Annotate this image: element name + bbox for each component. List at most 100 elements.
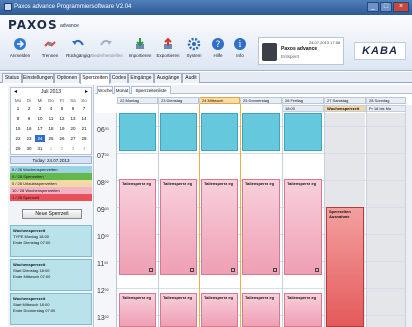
prev-month-icon[interactable]: ◂ [14, 88, 17, 96]
calendar-day[interactable]: 26 [57, 135, 67, 142]
calendar-day[interactable]: 22 [13, 135, 23, 142]
calendar-day[interactable]: 9 [24, 115, 34, 122]
calendar-event[interactable]: Tallensperrz eg [201, 179, 238, 275]
day-header[interactable]: 26 Freitag [282, 97, 324, 104]
tab-lock-times[interactable]: Sperrzeiten [80, 73, 110, 84]
tab-week[interactable]: Woche [97, 86, 113, 94]
day-header[interactable]: 27 Samstag [324, 97, 366, 104]
calendar-day[interactable]: 23 [24, 135, 34, 142]
calendar-day[interactable]: 15 [13, 125, 23, 132]
calendar-day[interactable]: 10 [35, 115, 45, 122]
close-button[interactable]: × [393, 2, 409, 12]
calendar-day[interactable]: 29 [13, 145, 23, 152]
tab-audit[interactable]: Audit [182, 73, 200, 83]
tab-settings[interactable]: Einstellungen [22, 73, 54, 83]
day-header[interactable]: 25 Donnerstag [240, 97, 282, 104]
calendar-event[interactable] [284, 113, 322, 151]
main-tabs: Status Einstellungen Optionen Sperrzeite… [0, 72, 412, 84]
calendar-day[interactable]: 18 [46, 125, 56, 132]
calendar-day[interactable]: 11 [46, 115, 56, 122]
next-month-icon[interactable]: ▸ [85, 88, 88, 96]
calendar-event[interactable]: Tallensperrz eg [160, 179, 197, 275]
tab-codes[interactable]: Codes [110, 73, 128, 83]
calendar-day[interactable]: 8 [13, 115, 23, 122]
weekday-label: Mi [37, 98, 43, 103]
calendar-day-selected[interactable]: 24 [35, 135, 45, 142]
calendar-day[interactable]: 17 [35, 125, 45, 132]
calendar-event[interactable]: Tallensperrz eg [242, 179, 280, 275]
tab-inputs[interactable]: Eingänge [128, 73, 154, 83]
calendar-event[interactable]: Tallensperrz eg [119, 179, 156, 275]
calendar-day[interactable]: 4 [46, 105, 56, 112]
calendar-day[interactable]: 1 [13, 105, 23, 112]
tab-month[interactable]: Monat [114, 86, 130, 94]
today-label[interactable]: Today: 24.07.2013 [10, 156, 92, 164]
calendar-day[interactable]: 1 [46, 145, 56, 152]
calendar-day[interactable]: 14 [79, 115, 89, 122]
calendar-day[interactable]: 3 [35, 105, 45, 112]
calendar-day[interactable]: 3 [68, 145, 78, 152]
export-icon [164, 37, 172, 49]
calendar-event[interactable]: Tallensperrz eg [242, 293, 280, 327]
recurrence-icon [273, 268, 277, 272]
weekday-label: Do [48, 98, 54, 103]
calendar-day[interactable]: 6 [68, 105, 78, 112]
calendar-day[interactable]: 21 [79, 125, 89, 132]
all-day-event[interactable]: Wochensperrzeit [324, 105, 366, 112]
list-item[interactable]: Wochensperrzeit Start Dienstag 18:00 End… [10, 259, 92, 291]
calendar-day[interactable]: 2 [24, 105, 34, 112]
day-header[interactable]: 28 Sonntag [366, 97, 406, 104]
calendar-day[interactable]: 30 [24, 145, 34, 152]
calendar-day[interactable]: 2 [57, 145, 67, 152]
calendar-event[interactable]: Tallensperrz eg [284, 293, 322, 327]
vertical-scrollbar[interactable] [405, 105, 412, 327]
calendar-day[interactable]: 13 [68, 115, 78, 122]
weekday-label: Sa [70, 98, 76, 103]
new-lock-time-button[interactable]: Neue Sperrzeit [22, 209, 82, 219]
mini-calendar: ◂ Juli 2013 ▸ Mo Di Mi Do Fr Sa So 1 2 3 4 5 6 7 8 9 10 1… [10, 87, 92, 155]
calendar-day[interactable]: 7 [79, 105, 89, 112]
calendar-event[interactable] [119, 113, 156, 151]
tab-options[interactable]: Optionen [54, 73, 80, 83]
calendar-day[interactable]: 4 [79, 145, 89, 152]
calendar-day[interactable]: 25 [46, 135, 56, 142]
time-column: 0600 0700 0800 0900 1000 1100 1200 1300 [95, 113, 117, 327]
calendar-event[interactable] [242, 113, 280, 151]
day-header[interactable]: 23 Dienstag [158, 97, 199, 104]
list-item[interactable]: Wochensperrzeit TYPE Montag 18:00 Ende D… [10, 225, 92, 257]
calendar-event[interactable]: Tallensperrz eg [201, 293, 238, 327]
lock-status: Entsperrt [281, 54, 300, 59]
app-icon [4, 3, 12, 11]
calendar-day[interactable]: 28 [79, 135, 89, 142]
calendar-day[interactable]: 20 [68, 125, 78, 132]
calendar-event[interactable]: Tallensperrz eg [119, 293, 156, 327]
selected-day-border [199, 104, 200, 327]
day-header-selected[interactable]: 24 Mittwoch [199, 97, 240, 104]
day-divider [366, 97, 367, 327]
calendar-day[interactable]: 16 [24, 125, 34, 132]
legend-item: 0 / 28 Wochensperrzeiten [10, 166, 92, 173]
time-label: 0900 [97, 207, 109, 214]
list-item[interactable]: Wochensperrzeit Start Mittwoch 18:00 End… [10, 293, 92, 325]
exception-event[interactable]: Sperrzeiten Ausnahme [326, 207, 364, 327]
redo-button[interactable]: Wiederherstellen [88, 37, 124, 67]
calendar-day[interactable]: 12 [57, 115, 67, 122]
day-header[interactable]: 22 Montag [117, 97, 158, 104]
calendar-event[interactable] [201, 113, 238, 151]
calendar-day[interactable]: 27 [68, 135, 78, 142]
calendar-event[interactable]: Tallensperrz eg [160, 293, 197, 327]
time-label: 0700 [97, 153, 109, 160]
calendar-day[interactable]: 5 [57, 105, 67, 112]
maximize-button[interactable]: □ [380, 2, 392, 12]
tab-outputs[interactable]: Ausgänge [154, 73, 182, 83]
minimize-button[interactable]: _ [367, 2, 379, 12]
tab-lock-time-list[interactable]: Sperrzeitenliste [131, 86, 171, 94]
info-icon: i [234, 38, 246, 50]
calendar-day[interactable]: 19 [57, 125, 67, 132]
tab-status[interactable]: Status [2, 73, 22, 83]
info-button[interactable]: i Info [222, 37, 258, 67]
calendar-event[interactable] [160, 113, 197, 151]
disconnect-icon [44, 41, 56, 47]
calendar-day[interactable]: 31 [35, 145, 45, 152]
calendar-event[interactable]: Tallensperrz eg [284, 179, 322, 275]
